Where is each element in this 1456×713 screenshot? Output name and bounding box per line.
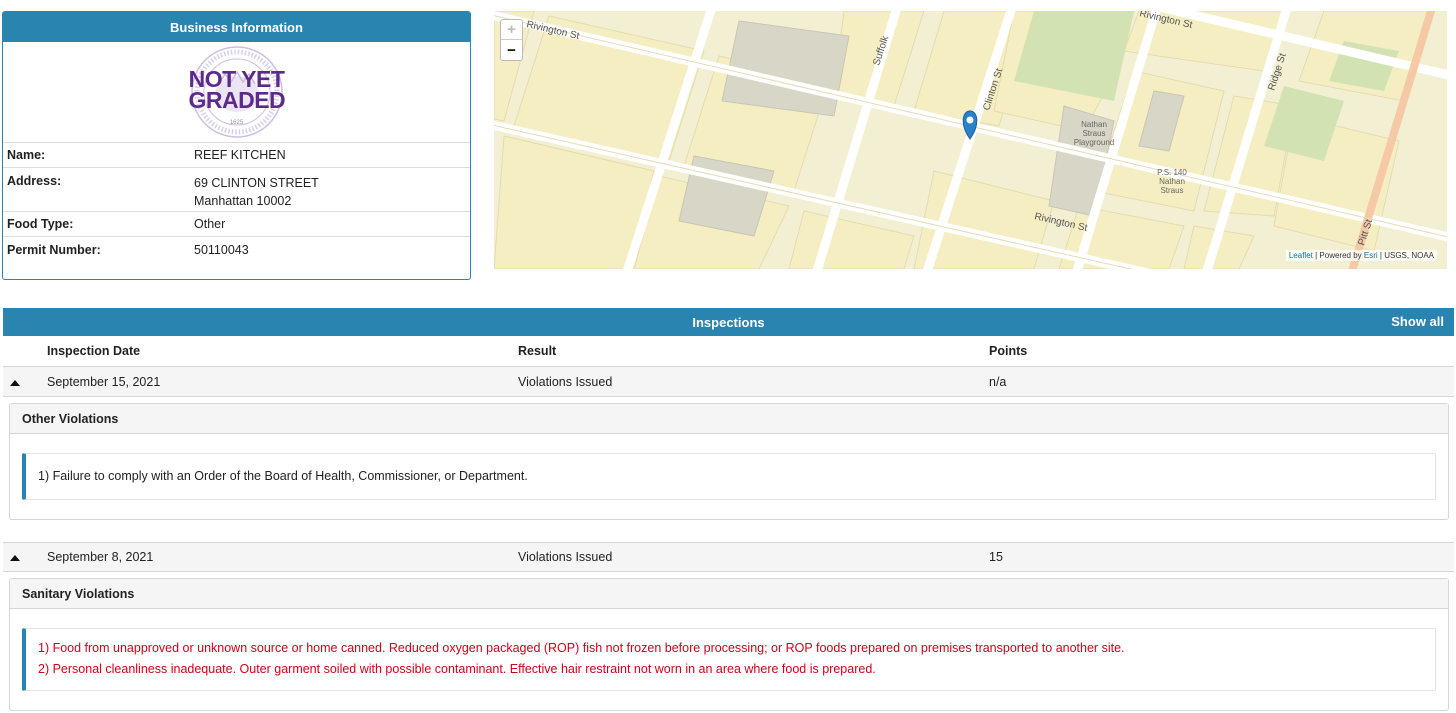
name-value: REEF KITCHEN (194, 148, 286, 162)
grade-pending-seal: NOT YET GRADED 1625 (188, 44, 286, 140)
info-row-permit: Permit Number: 50110043 (3, 237, 470, 262)
inspections-panel: Inspections Show all Inspection Date Res… (3, 308, 1454, 711)
permit-value: 50110043 (194, 242, 249, 257)
place-label: Playground (1074, 138, 1114, 147)
grade-text-line2: GRADED (188, 87, 286, 113)
info-row-name: Name: REEF KITCHEN (3, 143, 470, 168)
violations-box: Sanitary Violations 1) Food from unappro… (9, 578, 1449, 711)
map-attribution: Leaflet | Powered by Esri | USGS, NOAA (1285, 250, 1437, 261)
violation-item: 2) Personal cleanliness inadequate. Oute… (38, 662, 876, 676)
inspection-date: September 8, 2021 (47, 550, 154, 564)
caret-up-icon (10, 379, 20, 386)
place-label: Straus (1160, 186, 1183, 195)
place-label: P.S. 140 (1157, 168, 1187, 177)
permit-label: Permit Number: (7, 242, 101, 257)
violation-category: Other Violations (10, 404, 1448, 434)
address-value: 69 CLINTON STREET Manhattan 10002 (194, 174, 466, 208)
place-label: Nathan (1081, 120, 1107, 129)
inspection-result: Violations Issued (518, 374, 613, 389)
inspections-column-header: Inspection Date Result Points (3, 336, 1454, 367)
location-map[interactable]: Rivington St Rivington St Clinton St Suf… (494, 11, 1447, 269)
attribution-sources: | USGS, NOAA (1379, 251, 1434, 260)
violation-list: 1) Failure to comply with an Order of th… (22, 453, 1436, 500)
inspection-row[interactable]: September 8, 2021 Violations Issued 15 (3, 542, 1454, 572)
place-label: Straus (1082, 129, 1105, 138)
col-result: Result (518, 344, 557, 358)
violation-item: 1) Failure to comply with an Order of th… (38, 469, 528, 483)
violations-box: Other Violations 1) Failure to comply wi… (9, 403, 1449, 520)
inspections-header: Inspections Show all (3, 308, 1454, 336)
leaflet-link[interactable]: Leaflet (1289, 251, 1313, 260)
address-line1: 69 CLINTON STREET (194, 176, 319, 190)
grade-card-area: NOT YET GRADED 1625 (3, 42, 470, 143)
inspection-date: September 15, 2021 (47, 374, 161, 389)
inspection-points: n/a (989, 374, 1007, 389)
caret-up-icon (10, 555, 20, 561)
name-label: Name: (7, 148, 46, 162)
seal-year: 1625 (229, 120, 244, 126)
zoom-out-button[interactable]: − (501, 40, 522, 60)
address-label: Address: (7, 174, 62, 188)
collapse-toggle[interactable] (3, 375, 47, 389)
food-type-label: Food Type: (7, 217, 74, 231)
map-tiles: Rivington St Rivington St Clinton St Suf… (494, 11, 1447, 269)
violation-item: 1) Food from unapproved or unknown sourc… (38, 641, 1125, 655)
col-points: Points (989, 344, 1028, 358)
info-row-address: Address: 69 CLINTON STREET Manhattan 100… (3, 168, 470, 212)
address-line2: Manhattan 10002 (194, 194, 292, 208)
violation-list: 1) Food from unapproved or unknown sourc… (22, 628, 1436, 691)
collapse-toggle[interactable] (3, 550, 47, 564)
business-info-header: Business Information (3, 12, 470, 42)
show-all-link[interactable]: Show all (1391, 314, 1444, 329)
zoom-in-button[interactable]: + (501, 20, 522, 40)
food-type-value: Other (194, 217, 226, 231)
business-info-panel: Business Information NOT YET GRADED 1625… (2, 11, 471, 280)
info-row-food-type: Food Type: Other (3, 212, 470, 237)
inspection-row[interactable]: September 15, 2021 Violations Issued n/a (3, 367, 1454, 397)
place-label: Nathan (1159, 177, 1185, 186)
inspections-title: Inspections (692, 314, 765, 330)
inspection-points: 15 (989, 550, 1003, 564)
attribution-powered: | Powered by (1315, 251, 1362, 260)
col-inspection-date: Inspection Date (47, 344, 141, 358)
violation-category: Sanitary Violations (10, 579, 1448, 609)
inspection-result: Violations Issued (518, 550, 613, 564)
esri-link[interactable]: Esri (1364, 251, 1378, 260)
zoom-control: + − (500, 19, 523, 61)
